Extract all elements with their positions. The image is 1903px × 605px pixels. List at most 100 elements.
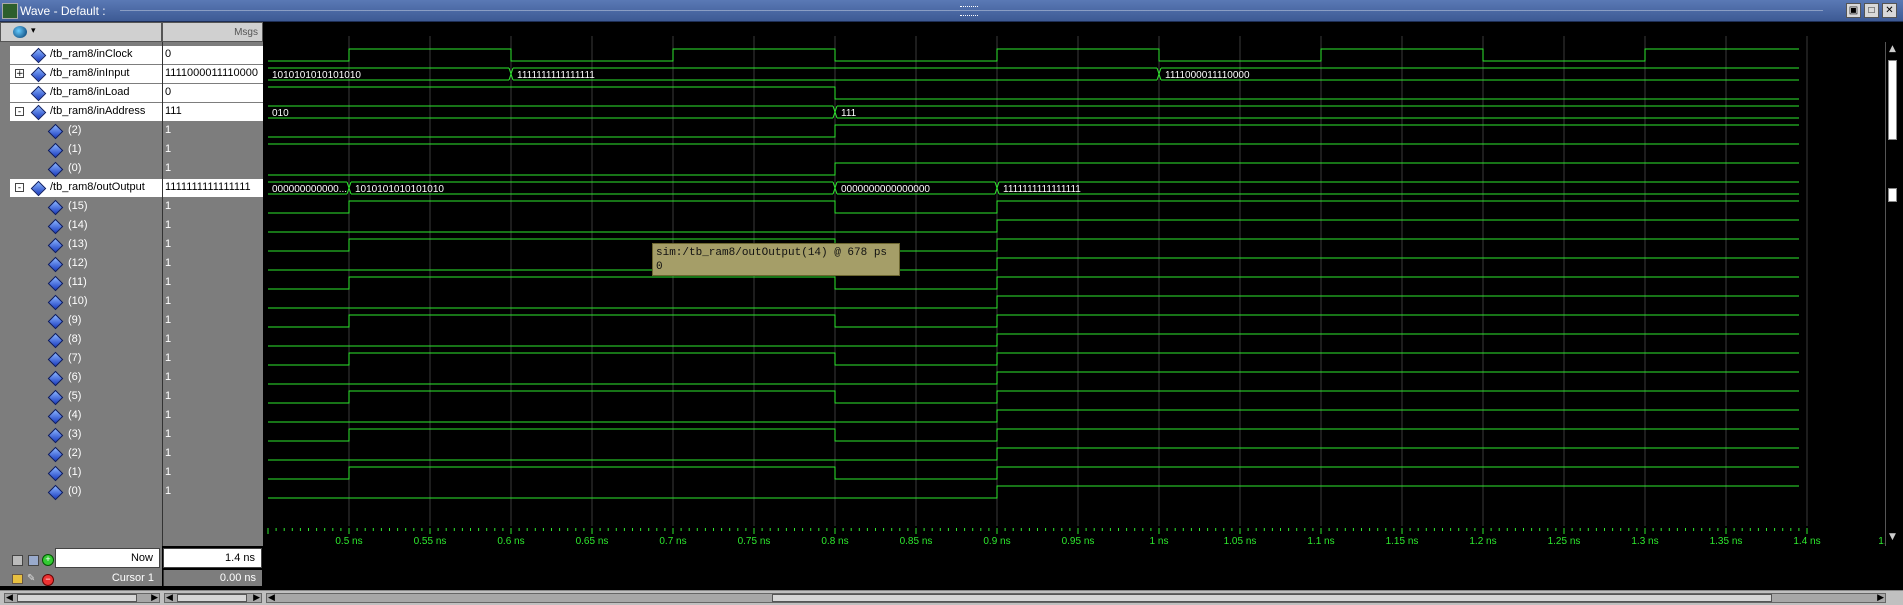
signal-bit-row[interactable]: (9) bbox=[10, 312, 162, 330]
signal-value-row[interactable]: 1 bbox=[163, 255, 263, 273]
collapse-icon[interactable]: - bbox=[15, 107, 24, 117]
now-value-box: 1.4 ns bbox=[163, 548, 262, 568]
dock-icon[interactable]: ▣ bbox=[1846, 3, 1861, 18]
signal-value-row[interactable]: 1 bbox=[163, 141, 263, 159]
lock-icon[interactable] bbox=[12, 574, 23, 584]
signal-bit-row[interactable]: (13) bbox=[10, 236, 162, 254]
signal-value-row[interactable]: 1 bbox=[163, 407, 263, 425]
signal-diamond-icon bbox=[47, 484, 64, 501]
cursor-list-icon[interactable] bbox=[28, 555, 39, 566]
insert-cursor-icon[interactable]: + bbox=[42, 554, 54, 566]
signal-bit-row[interactable]: (11) bbox=[10, 274, 162, 292]
signal-bit-row[interactable]: (15) bbox=[10, 198, 162, 216]
dropdown-arrow-icon[interactable]: ▾ bbox=[31, 25, 36, 36]
signal-value-row[interactable]: 1 bbox=[163, 274, 263, 292]
drag-grip-icon[interactable] bbox=[960, 6, 978, 16]
signal-bit-row[interactable]: (0) bbox=[10, 160, 162, 178]
signal-name: (5) bbox=[68, 390, 82, 402]
signal-value-row[interactable]: 1 bbox=[163, 388, 263, 406]
signal-value-row[interactable]: 1 bbox=[163, 350, 263, 368]
signal-bit-row[interactable]: (10) bbox=[10, 293, 162, 311]
signal-value: 1 bbox=[165, 352, 172, 364]
vertical-scroll-thumb[interactable] bbox=[1888, 60, 1897, 140]
values-hscroll[interactable]: ◀ ▶ bbox=[164, 593, 262, 603]
signal-row[interactable]: /tb_ram8/inClock bbox=[10, 46, 162, 64]
expand-icon[interactable]: + bbox=[15, 69, 24, 79]
scroll-down-icon[interactable]: ▼ bbox=[1889, 532, 1896, 542]
signal-name: (2) bbox=[68, 447, 82, 459]
signal-bit-row[interactable]: (7) bbox=[10, 350, 162, 368]
window-titlebar[interactable]: Wave - Default : ▣ □ ✕ bbox=[0, 0, 1903, 22]
signal-value-row[interactable]: 1 bbox=[163, 198, 263, 216]
signal-value-row[interactable]: 1 bbox=[163, 122, 263, 140]
scroll-left-icon[interactable]: ◀ bbox=[166, 593, 173, 603]
signal-value-row[interactable]: 1 bbox=[163, 464, 263, 482]
signal-bit-row[interactable]: (12) bbox=[10, 255, 162, 273]
signal-bit-row[interactable]: (1) bbox=[10, 464, 162, 482]
signal-value-row[interactable]: 1 bbox=[163, 160, 263, 178]
cursor-label-box[interactable]: Cursor 1 bbox=[55, 570, 160, 586]
signal-value: 1 bbox=[165, 428, 172, 440]
signal-value-row[interactable]: 1 bbox=[163, 217, 263, 235]
signal-value-row[interactable]: 1111000011110000 bbox=[163, 65, 263, 83]
wave-hscroll-thumb[interactable] bbox=[772, 594, 1772, 602]
close-icon[interactable]: ✕ bbox=[1882, 3, 1897, 18]
signal-bit-row[interactable]: (1) bbox=[10, 141, 162, 159]
signal-bit-row[interactable]: (5) bbox=[10, 388, 162, 406]
vertical-scrollbar[interactable]: ▲ ▼ bbox=[1885, 42, 1900, 546]
signal-value-row[interactable]: 0 bbox=[163, 46, 263, 64]
vertical-scroll-marker[interactable] bbox=[1888, 188, 1897, 202]
names-hscroll[interactable]: ◀ ▶ bbox=[4, 593, 160, 603]
waveform-canvas[interactable]: 1010101010101010 1111111111111111 11110000… bbox=[263, 22, 1885, 546]
signal-bit-row[interactable]: (8) bbox=[10, 331, 162, 349]
signal-name: (12) bbox=[68, 257, 88, 269]
signal-value-row[interactable]: 1 bbox=[163, 236, 263, 254]
edit-cursor-icon[interactable]: ✎ bbox=[27, 573, 37, 584]
signal-bit-row[interactable]: (2) bbox=[10, 122, 162, 140]
scroll-up-icon[interactable]: ▲ bbox=[1889, 44, 1896, 54]
signal-diamond-icon bbox=[47, 351, 64, 368]
signal-value-row[interactable]: 1 bbox=[163, 426, 263, 444]
delete-cursor-icon[interactable]: − bbox=[42, 574, 54, 586]
signal-value: 1 bbox=[165, 333, 172, 345]
signal-diamond-icon bbox=[47, 408, 64, 425]
scroll-left-icon[interactable]: ◀ bbox=[268, 593, 275, 603]
signal-diamond-icon bbox=[47, 370, 64, 387]
signal-bit-row[interactable]: (3) bbox=[10, 426, 162, 444]
signal-value-row[interactable]: 1 bbox=[163, 445, 263, 463]
signal-diamond-icon bbox=[47, 275, 64, 292]
signal-value-row[interactable]: 1 bbox=[163, 293, 263, 311]
signal-bit-row[interactable]: (4) bbox=[10, 407, 162, 425]
signal-value-row[interactable]: 1 bbox=[163, 312, 263, 330]
signal-value-row[interactable]: 1 bbox=[163, 483, 263, 501]
wave-hscroll[interactable]: ◀ ▶ bbox=[266, 593, 1886, 603]
signal-diamond-icon bbox=[30, 104, 47, 121]
scroll-right-icon[interactable]: ▶ bbox=[151, 593, 158, 603]
signal-value-row[interactable]: 1 bbox=[163, 331, 263, 349]
signal-bit-row[interactable]: (6) bbox=[10, 369, 162, 387]
maximize-icon[interactable]: □ bbox=[1864, 3, 1879, 18]
ruler-label: 1.05 ns bbox=[1224, 536, 1257, 546]
globe-icon[interactable] bbox=[13, 26, 27, 38]
names-hscroll-thumb[interactable] bbox=[17, 594, 137, 602]
signal-bit-row[interactable]: (0) bbox=[10, 483, 162, 501]
time-ruler[interactable]: 0.5 ns 0.55 ns 0.6 ns 0.65 ns 0.7 ns 0.75 ns 0… bbox=[263, 526, 1885, 546]
signal-value-row[interactable]: 1 bbox=[163, 369, 263, 387]
values-hscroll-thumb[interactable] bbox=[177, 594, 247, 602]
signal-value-row[interactable]: 1111111111111111 bbox=[163, 179, 263, 197]
scroll-left-icon[interactable]: ◀ bbox=[6, 593, 13, 603]
ruler-label: 1 ns bbox=[1150, 536, 1169, 546]
signal-row[interactable]: + /tb_ram8/inInput bbox=[10, 65, 162, 83]
collapse-icon[interactable]: - bbox=[15, 183, 24, 193]
signal-row[interactable]: - /tb_ram8/outOutput bbox=[10, 179, 162, 197]
signal-bit-row[interactable]: (2) bbox=[10, 445, 162, 463]
signal-value-row[interactable]: 111 bbox=[163, 103, 263, 121]
signal-row[interactable]: - /tb_ram8/inAddress bbox=[10, 103, 162, 121]
scroll-right-icon[interactable]: ▶ bbox=[253, 593, 260, 603]
scroll-right-icon[interactable]: ▶ bbox=[1877, 593, 1884, 603]
signal-bit-row[interactable]: (14) bbox=[10, 217, 162, 235]
signal-row[interactable]: /tb_ram8/inLoad bbox=[10, 84, 162, 102]
add-cursor-icon[interactable] bbox=[12, 555, 23, 566]
signal-value-row[interactable]: 0 bbox=[163, 84, 263, 102]
ruler-label: 1.15 ns bbox=[1386, 536, 1419, 546]
